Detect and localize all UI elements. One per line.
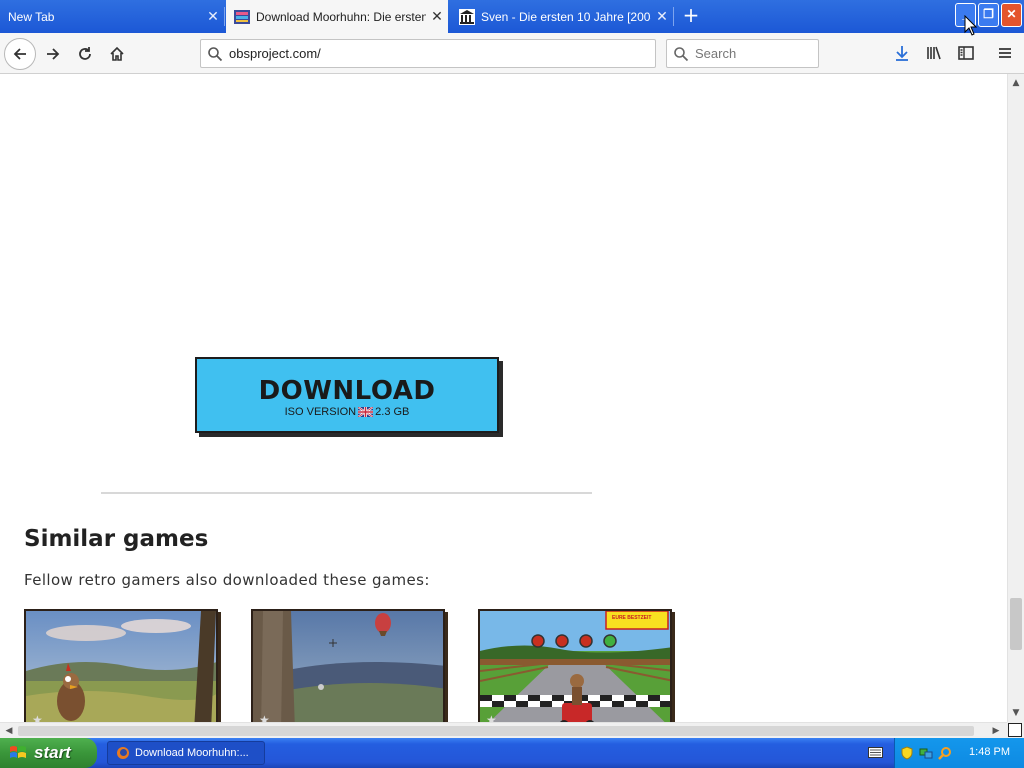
uk-flag-icon [358,407,374,417]
forward-button[interactable] [38,39,68,69]
arrow-left-icon [13,48,26,60]
reload-button[interactable] [70,39,100,69]
taskbar-window-button[interactable]: Download Moorhuhn:... [107,741,265,765]
search-icon [201,46,229,62]
similar-games-heading: Similar games [24,526,209,552]
download-arrow-icon [896,46,908,61]
similar-game-thumbnail[interactable]: ★ [251,609,445,722]
start-button[interactable]: start [0,738,97,768]
game-badge-text: EURE BESTZEIT [612,615,651,621]
sidebar-icon [958,46,974,60]
tab-moorhuhn-download[interactable]: Download Moorhuhn: Die ersten 10 ✕ [226,0,448,33]
scroll-left-icon[interactable]: ◀ [1,723,17,739]
close-icon[interactable]: ✕ [202,8,224,25]
scroll-down-icon[interactable]: ▼ [1008,705,1024,721]
new-tab-button[interactable]: + [678,4,704,28]
library-button[interactable] [920,39,948,67]
tab-new-tab[interactable]: New Tab ✕ [0,0,224,33]
taskbar: start Download Moorhuhn:... 1:48 PM [0,738,1024,768]
horizontal-scroll-thumb[interactable] [18,726,974,736]
site-favicon-icon [234,9,250,24]
similar-game-thumbnail[interactable]: EURE BESTZEIT ★ [478,609,672,722]
reload-icon [79,47,91,60]
section-divider [101,492,592,494]
clock[interactable]: 1:48 PM [969,746,1010,758]
close-window-button[interactable]: ✕ [1001,3,1022,27]
address-bar[interactable]: obsproject.com/ [200,39,656,68]
game-screenshot-image: EURE BESTZEIT [480,611,670,722]
home-button[interactable] [102,39,132,69]
game-screenshot-image [26,611,216,722]
tab-title: New Tab [8,9,55,24]
download-size-label: 2.3 GB [375,406,410,418]
library-icon [927,46,941,60]
taskbar-window-title: Download Moorhuhn:... [135,747,249,759]
home-icon [110,46,124,61]
game-screenshot-image [253,611,443,722]
keyboard-icon[interactable] [868,746,883,759]
start-label: start [34,743,71,762]
tab-title: Sven - Die ersten 10 Jahre [2008] [481,9,651,24]
hamburger-menu-icon [999,48,1011,58]
system-tray: 1:48 PM [894,738,1024,768]
horizontal-scrollbar[interactable]: ◀ ▶ [0,722,1007,738]
scrollbar-corner [1007,722,1024,738]
scroll-up-icon[interactable]: ▲ [1008,75,1024,91]
page-content: DOWNLOAD ISO VERSION 2.3 GB Similar game… [0,74,1007,722]
tab-title: Download Moorhuhn: Die ersten 10 [256,9,426,24]
download-info: ISO VERSION 2.3 GB [197,406,497,418]
windows-logo-icon [10,746,26,758]
similar-games-subtitle: Fellow retro gamers also downloaded thes… [24,571,430,589]
security-shield-icon[interactable] [900,746,914,760]
firefox-icon [117,747,129,759]
tab-separator [224,7,225,26]
star-icon: ★ [32,713,43,722]
download-title: DOWNLOAD [258,376,436,406]
download-iso-button[interactable]: DOWNLOAD ISO VERSION 2.3 GB [195,357,499,433]
navigation-toolbar: obsproject.com/ [0,33,1024,74]
arrow-right-icon [47,48,60,60]
search-box[interactable] [666,39,819,68]
vertical-scroll-thumb[interactable] [1010,598,1022,650]
tab-strip: New Tab ✕ Download Moorhuhn: Die ersten … [0,0,1024,33]
star-icon: ★ [486,713,497,722]
download-version-label: ISO VERSION [284,406,357,418]
close-icon[interactable]: ✕ [651,8,673,25]
search-input[interactable] [695,46,805,61]
star-icon: ★ [259,713,270,722]
restore-button[interactable]: ❐ [978,3,999,27]
similar-game-thumbnail[interactable]: ★ [24,609,218,722]
url-text[interactable]: obsproject.com/ [229,46,321,61]
menu-button[interactable] [991,39,1019,67]
library-favicon-icon [459,8,475,25]
mouse-pointer-icon [964,15,978,36]
search-tray-icon[interactable] [938,746,952,760]
sidebar-button[interactable] [952,39,980,67]
back-button[interactable] [4,38,36,70]
search-icon [667,46,695,62]
downloads-button[interactable] [888,39,916,67]
close-icon[interactable]: ✕ [426,8,448,25]
vertical-scrollbar[interactable]: ▲ ▼ [1007,74,1024,722]
tab-separator [673,7,674,26]
scroll-right-icon[interactable]: ▶ [988,723,1004,739]
tab-sven-page[interactable]: Sven - Die ersten 10 Jahre [2008] ✕ [451,0,673,33]
network-icon[interactable] [919,746,933,760]
